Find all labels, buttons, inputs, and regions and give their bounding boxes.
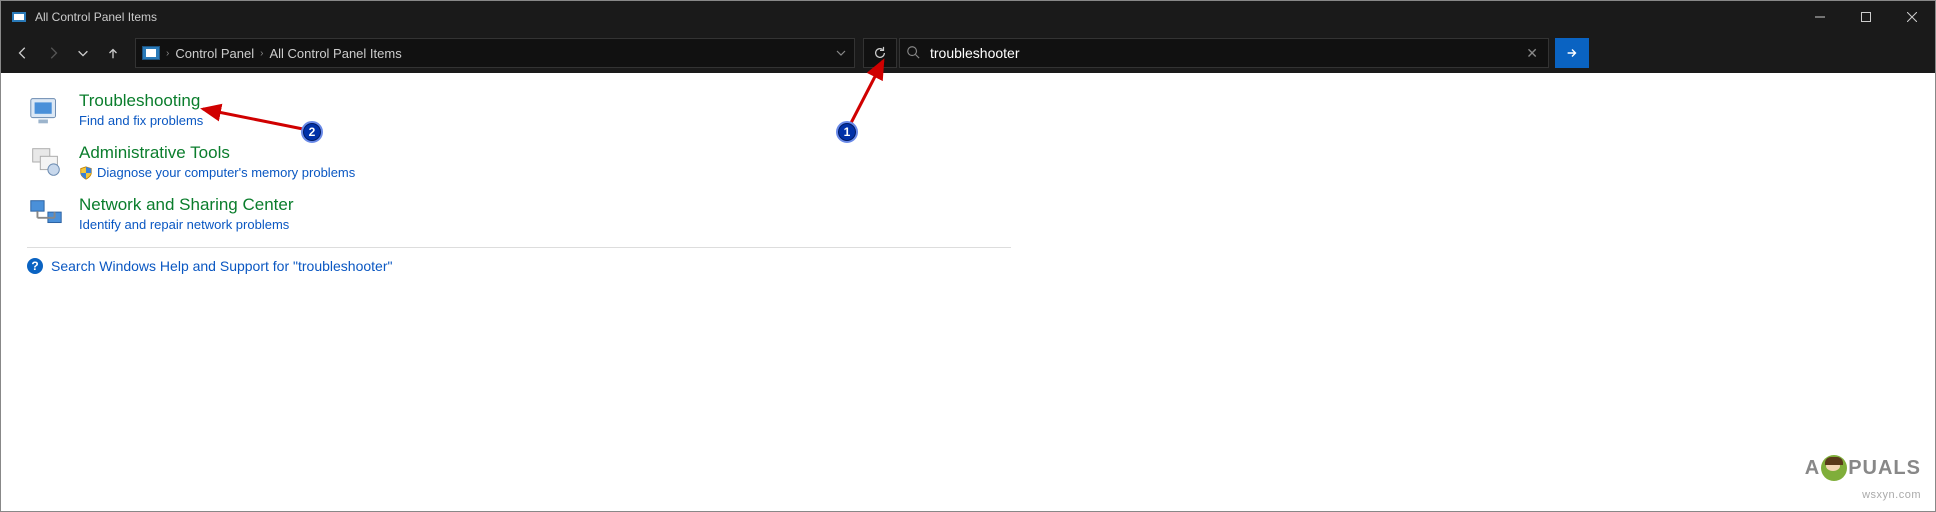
network-icon — [27, 195, 65, 233]
result-title: Network and Sharing Center — [79, 195, 294, 215]
control-panel-icon — [11, 9, 27, 25]
result-troubleshooting[interactable]: Troubleshooting Find and fix problems — [27, 91, 1011, 129]
address-bar[interactable]: › Control Panel › All Control Panel Items — [135, 38, 855, 68]
maximize-button[interactable] — [1843, 1, 1889, 33]
subtask-label: Find and fix problems — [79, 113, 203, 128]
watermark-brand: A PUALS — [1805, 455, 1921, 481]
brand-face-icon — [1821, 455, 1847, 481]
search-help-link[interactable]: ? Search Windows Help and Support for "t… — [27, 258, 1011, 274]
uac-shield-icon — [79, 166, 93, 180]
brand-text-pre: A — [1805, 457, 1820, 480]
clear-search-button[interactable]: ✕ — [1522, 45, 1542, 62]
chevron-down-icon[interactable] — [836, 46, 846, 61]
back-button[interactable] — [9, 39, 37, 67]
chevron-right-icon: › — [166, 48, 169, 59]
watermark-site: wsxyn.com — [1862, 489, 1921, 501]
help-text: Search Windows Help and Support for "tro… — [51, 258, 392, 274]
minimize-button[interactable] — [1797, 1, 1843, 33]
result-subtask[interactable]: Identify and repair network problems — [79, 217, 294, 232]
result-subtask[interactable]: Diagnose your computer's memory problems — [79, 165, 355, 180]
breadcrumb-all-items[interactable]: All Control Panel Items — [269, 46, 401, 61]
location-icon — [142, 46, 160, 60]
result-admin-tools[interactable]: Administrative Tools Diagnose your compu… — [27, 143, 1011, 181]
divider — [27, 247, 1011, 248]
window-titlebar: All Control Panel Items — [1, 1, 1935, 33]
result-network-sharing[interactable]: Network and Sharing Center Identify and … — [27, 195, 1011, 233]
search-box[interactable]: ✕ — [899, 38, 1549, 68]
recent-dropdown-button[interactable] — [69, 39, 97, 67]
up-button[interactable] — [99, 39, 127, 67]
breadcrumb-label: Control Panel — [175, 46, 254, 61]
forward-button[interactable] — [39, 39, 67, 67]
refresh-button[interactable] — [863, 38, 897, 68]
chevron-right-icon: › — [260, 48, 263, 59]
help-icon: ? — [27, 258, 43, 274]
brand-text-post: PUALS — [1848, 457, 1921, 480]
search-icon — [906, 45, 920, 62]
admin-tools-icon — [27, 143, 65, 181]
close-button[interactable] — [1889, 1, 1935, 33]
navigation-bar: › Control Panel › All Control Panel Items… — [1, 33, 1935, 73]
result-title: Administrative Tools — [79, 143, 355, 163]
search-go-button[interactable] — [1555, 38, 1589, 68]
window-title: All Control Panel Items — [35, 10, 1797, 24]
troubleshooting-icon — [27, 91, 65, 129]
breadcrumb-control-panel[interactable]: Control Panel › — [175, 46, 263, 61]
breadcrumb-label: All Control Panel Items — [269, 46, 401, 61]
search-input[interactable] — [930, 45, 1512, 61]
subtask-label: Identify and repair network problems — [79, 217, 289, 232]
results-pane: Troubleshooting Find and fix problems Ad… — [1, 73, 1031, 274]
result-title: Troubleshooting — [79, 91, 203, 111]
result-subtask[interactable]: Find and fix problems — [79, 113, 203, 128]
subtask-label: Diagnose your computer's memory problems — [97, 165, 355, 180]
